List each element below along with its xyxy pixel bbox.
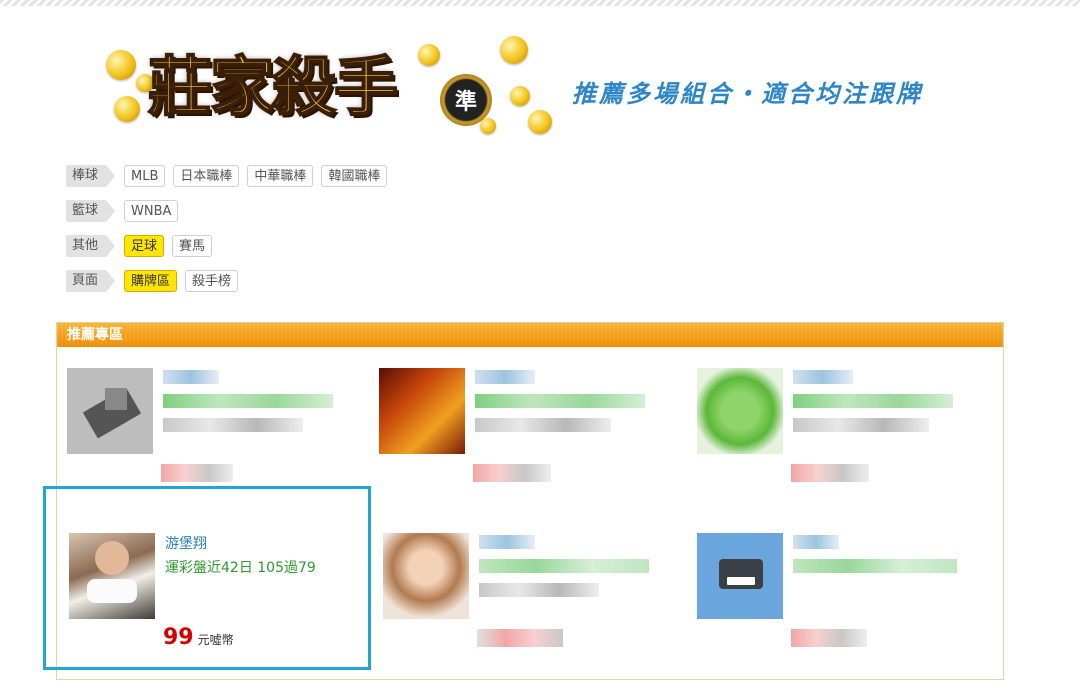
panel-title: 推薦專區 — [57, 323, 1003, 347]
nav-item-soccer[interactable]: 足球 — [124, 235, 165, 257]
tipster-card[interactable] — [67, 368, 367, 488]
avatar — [697, 533, 783, 619]
coin-icon — [510, 86, 530, 106]
coin-icon — [106, 50, 136, 80]
site-logo[interactable]: 莊家殺手 準 — [100, 22, 560, 142]
nav-category-label: 其他 — [66, 235, 116, 257]
nav-item-wnba[interactable]: WNBA — [124, 200, 179, 222]
nav-category-label: 頁面 — [66, 270, 116, 292]
nav-row-page: 頁面 購牌區 殺手榜 — [66, 269, 239, 293]
nav-row-basketball: 籃球 WNBA — [66, 199, 179, 223]
nav-category-label: 棒球 — [66, 165, 116, 187]
tipster-card[interactable] — [379, 368, 679, 488]
nav-item-purchase[interactable]: 購牌區 — [124, 270, 178, 292]
coin-icon — [114, 96, 140, 122]
avatar — [697, 368, 783, 454]
nav-item-kbo[interactable]: 韓國職棒 — [321, 165, 388, 187]
avatar — [67, 368, 153, 454]
coin-icon — [528, 110, 552, 134]
tipster-card[interactable] — [697, 533, 997, 653]
coin-icon — [418, 44, 440, 66]
logo-badge: 準 — [440, 74, 492, 126]
coin-icon — [480, 118, 496, 134]
avatar — [379, 368, 465, 454]
selection-highlight — [43, 486, 371, 670]
top-border — [0, 0, 1080, 6]
avatar — [383, 533, 469, 619]
logo-title: 莊家殺手 — [147, 49, 399, 126]
nav-row-baseball: 棒球 MLB 日本職棒 中華職棒 韓國職棒 — [66, 164, 388, 188]
slogan: 推薦多場組合・適合均注跟牌 — [572, 80, 923, 108]
nav-item-npb[interactable]: 日本職棒 — [173, 165, 240, 187]
tipster-card[interactable] — [697, 368, 997, 488]
tipster-card[interactable] — [383, 533, 683, 653]
nav-item-mlb[interactable]: MLB — [124, 165, 166, 187]
nav-item-ranking[interactable]: 殺手榜 — [185, 270, 239, 292]
nav-row-other: 其他 足球 賽馬 — [66, 234, 213, 258]
coin-icon — [500, 36, 528, 64]
nav-item-horse-racing[interactable]: 賽馬 — [172, 235, 213, 257]
nav-item-cpbl[interactable]: 中華職棒 — [247, 165, 314, 187]
nav-category-label: 籃球 — [66, 200, 116, 222]
